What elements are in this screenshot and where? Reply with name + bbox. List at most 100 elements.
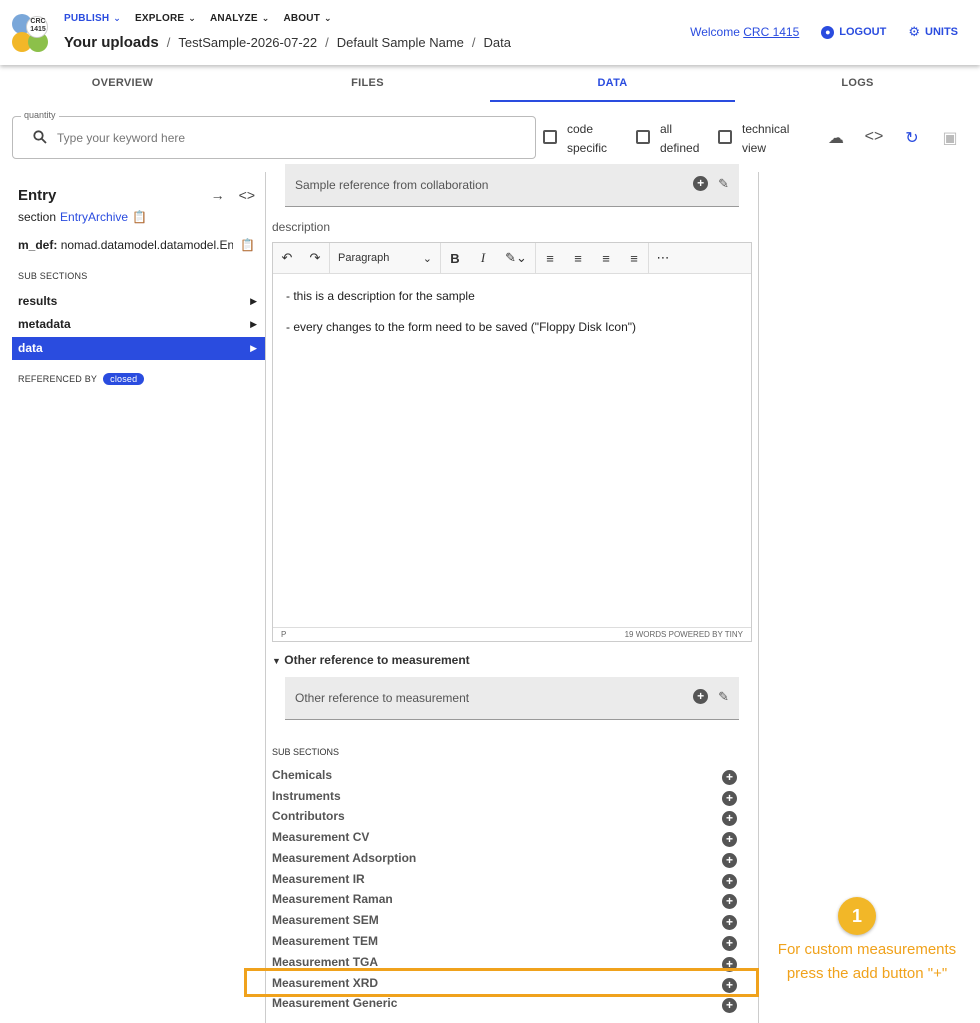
sub-section-item: Measurement TEM +: [272, 934, 737, 954]
add-icon[interactable]: +: [722, 853, 737, 868]
sample-reference-field[interactable]: Sample reference from collaboration + ✎: [285, 164, 739, 207]
search-input[interactable]: [57, 127, 517, 149]
block-format-select[interactable]: Paragraph ⌄: [330, 252, 440, 265]
italic-icon[interactable]: I: [469, 250, 497, 266]
tab-logs[interactable]: LOGS: [735, 65, 980, 102]
clipboard-icon[interactable]: 📋: [132, 210, 147, 224]
chevron-down-icon: ⌄: [422, 252, 432, 265]
breadcrumb-entry[interactable]: Default Sample Name: [337, 35, 464, 50]
user-name-link[interactable]: CRC 1415: [743, 25, 799, 39]
reload-icon[interactable]: ↻: [902, 128, 922, 148]
breadcrumb-separator: /: [166, 35, 171, 50]
undo-icon[interactable]: ↶: [273, 250, 301, 266]
breadcrumb-separator: /: [325, 35, 329, 50]
add-icon[interactable]: +: [722, 874, 737, 889]
units-button[interactable]: ⚙ UNITS: [908, 24, 958, 40]
align-justify-icon[interactable]: ≡: [620, 251, 648, 266]
align-left-icon[interactable]: ≡: [536, 251, 564, 266]
pencil-icon[interactable]: ✎: [718, 176, 729, 192]
entry-title: Entry: [18, 187, 57, 204]
breadcrumb-separator: /: [471, 35, 476, 50]
add-icon[interactable]: +: [693, 176, 709, 191]
all-defined-checkbox[interactable]: all defined: [636, 120, 705, 158]
description-editor[interactable]: ↶ ↷ Paragraph ⌄ B I ✎⌄ ≡ ≡ ≡ ≡ ⋯ - this i…: [272, 242, 752, 642]
tab-bar: OVERVIEW FILES DATA LOGS: [0, 65, 980, 102]
add-icon[interactable]: +: [722, 936, 737, 951]
other-reference-toggle[interactable]: ▼ Other reference to measurement: [272, 653, 470, 667]
gear-icon: ⚙: [908, 24, 920, 39]
chevron-down-icon: ⌄: [324, 13, 332, 23]
breadcrumb-your-uploads[interactable]: Your uploads: [64, 34, 159, 51]
add-icon[interactable]: +: [722, 894, 737, 909]
crc-logo[interactable]: CRC 1415: [12, 14, 50, 52]
code-icon[interactable]: <>: [864, 128, 884, 148]
menu-about[interactable]: ABOUT ⌄: [283, 13, 331, 24]
bold-icon[interactable]: B: [441, 251, 469, 266]
entry-actions: → <>: [211, 187, 255, 203]
sub-section-item: Measurement IR +: [272, 872, 737, 892]
technical-view-checkbox[interactable]: technical view: [718, 120, 802, 158]
highlight-box: [244, 968, 759, 997]
nav-item-metadata[interactable]: metadata ▶: [12, 313, 265, 336]
add-icon[interactable]: +: [722, 915, 737, 930]
welcome-text: Welcome CRC 1415: [690, 25, 800, 39]
sub-section-item: Contributors +: [272, 809, 737, 829]
add-icon[interactable]: +: [722, 832, 737, 847]
code-specific-checkbox[interactable]: code specific: [543, 120, 617, 158]
highlight-color-icon[interactable]: ✎⌄: [497, 250, 535, 266]
save-icon[interactable]: ▣: [940, 128, 960, 148]
caret-right-icon: ▶: [250, 343, 257, 353]
menu-analyze[interactable]: ANALYZE ⌄: [210, 13, 269, 24]
annotation-text: For custom measurements press the add bu…: [777, 941, 957, 982]
search-icon: [33, 130, 47, 144]
arrow-right-icon[interactable]: →: [211, 187, 225, 203]
tab-files[interactable]: FILES: [245, 65, 490, 102]
nav-item-results[interactable]: results ▶: [12, 290, 265, 313]
checkbox-box[interactable]: [718, 130, 732, 144]
mdef-line: m_def: nomad.datamodel.datamodel.EntryAr…: [18, 238, 233, 252]
add-icon[interactable]: +: [722, 791, 737, 806]
more-icon[interactable]: ⋯: [649, 250, 677, 266]
form-sub-sections-label: SUB SECTIONS: [272, 747, 340, 757]
editor-content[interactable]: - this is a description for the sample -…: [273, 274, 751, 364]
editor-toolbar: ↶ ↷ Paragraph ⌄ B I ✎⌄ ≡ ≡ ≡ ≡ ⋯: [273, 242, 751, 274]
chevron-down-icon: ⌄: [261, 13, 270, 23]
align-right-icon[interactable]: ≡: [592, 251, 620, 266]
app-bar: CRC 1415 PUBLISH ⌄ EXPLORE ⌄ ANALYZE ⌄ ABOUT…: [0, 0, 980, 65]
caret-right-icon: ▶: [250, 319, 257, 329]
nav-item-data[interactable]: data ▶: [12, 337, 265, 360]
breadcrumb-upload[interactable]: TestSample-2026-07-22: [178, 35, 317, 50]
cloud-download-icon[interactable]: ☁: [826, 128, 846, 148]
clipboard-icon[interactable]: 📋: [240, 238, 255, 252]
pencil-icon[interactable]: ✎: [718, 689, 729, 705]
add-icon[interactable]: +: [722, 998, 737, 1013]
tab-overview[interactable]: OVERVIEW: [0, 65, 245, 102]
add-icon[interactable]: +: [722, 770, 737, 785]
add-icon[interactable]: +: [693, 689, 709, 704]
chevron-down-icon: ⌄: [113, 13, 122, 23]
menu-publish[interactable]: PUBLISH ⌄: [64, 13, 121, 24]
align-center-icon[interactable]: ≡: [564, 251, 592, 266]
editor-line: - every changes to the form need to be s…: [286, 320, 637, 334]
logout-button[interactable]: ● LOGOUT: [821, 25, 886, 39]
main-menu: PUBLISH ⌄ EXPLORE ⌄ ANALYZE ⌄ ABOUT ⌄: [64, 13, 332, 24]
section-link[interactable]: EntryArchive: [60, 210, 128, 224]
account-icon: ●: [821, 25, 835, 39]
section-line: section EntryArchive 📋: [18, 210, 148, 224]
menu-explore[interactable]: EXPLORE ⌄: [135, 13, 196, 24]
checkbox-box[interactable]: [543, 130, 557, 144]
description-label: description: [272, 220, 331, 234]
sub-section-item: Chemicals +: [272, 768, 737, 788]
tab-data[interactable]: DATA: [490, 65, 735, 102]
step-marker: 1: [838, 897, 876, 935]
referenced-by: REFERENCED BY closed: [18, 373, 145, 385]
caret-down-icon: ▼: [272, 656, 281, 666]
other-reference-field[interactable]: Other reference to measurement + ✎: [285, 677, 739, 720]
checkbox-box[interactable]: [636, 130, 650, 144]
add-icon[interactable]: +: [722, 811, 737, 826]
redo-icon[interactable]: ↷: [301, 250, 329, 266]
referenced-badge[interactable]: closed: [103, 373, 145, 385]
search-legend: quantity: [21, 110, 59, 120]
sub-section-item: Instruments +: [272, 789, 737, 809]
code-icon[interactable]: <>: [239, 187, 255, 203]
